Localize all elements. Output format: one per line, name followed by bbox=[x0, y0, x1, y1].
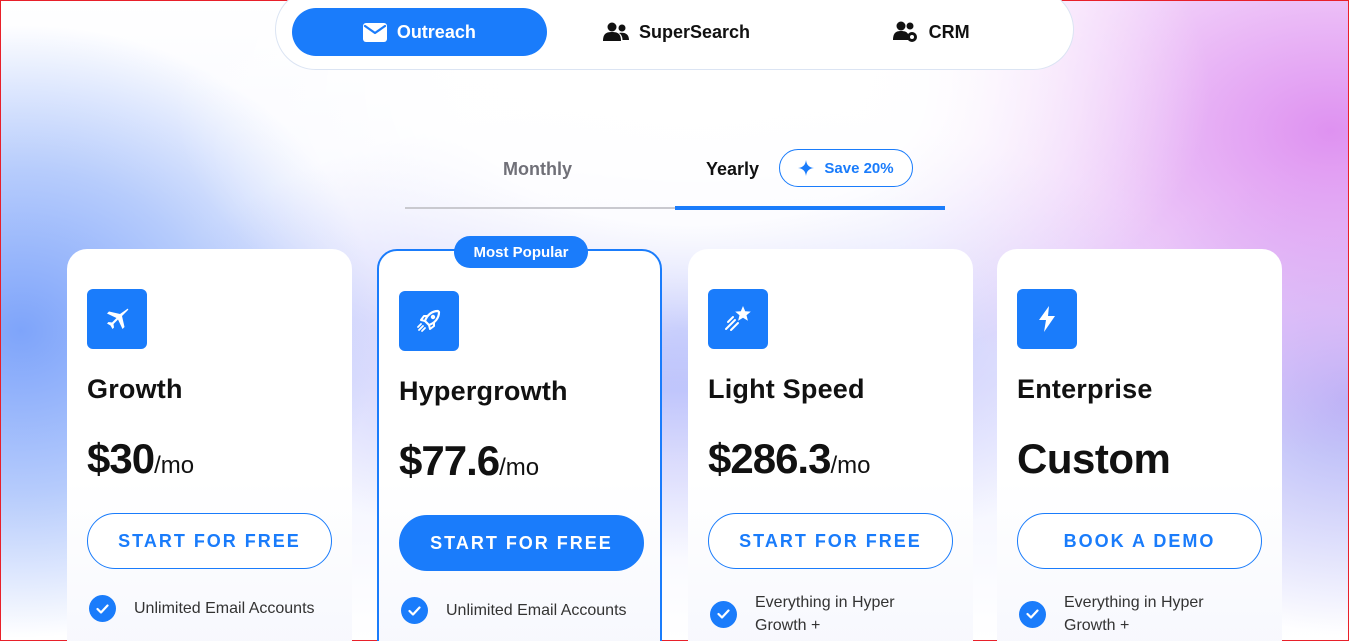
check-icon bbox=[710, 600, 737, 628]
billing-monthly[interactable]: Monthly bbox=[503, 159, 572, 180]
plane-icon bbox=[107, 308, 129, 329]
plan-price-amount: $77.6 bbox=[399, 437, 500, 484]
tab-outreach-label: Outreach bbox=[396, 21, 476, 42]
plan-feature: Unlimited Email Accounts bbox=[89, 595, 315, 622]
lightning-icon bbox=[1039, 306, 1055, 332]
shooting-star-icon bbox=[725, 306, 751, 331]
plan-price-amount: $286.3 bbox=[708, 435, 831, 482]
toggle-active-indicator bbox=[675, 206, 945, 210]
product-tabs: Outreach SuperSearch CRM bbox=[275, 0, 1074, 70]
plan-feature: Unlimited Email Accounts bbox=[401, 597, 627, 624]
tab-crm-label: CRM bbox=[928, 21, 970, 42]
plan-name: Enterprise bbox=[1017, 374, 1153, 404]
plan-name: Hypergrowth bbox=[399, 376, 568, 406]
plan-feature-text: Unlimited Email Accounts bbox=[134, 600, 315, 617]
tab-supersearch[interactable]: SuperSearch bbox=[547, 8, 807, 56]
check-icon bbox=[1019, 600, 1046, 628]
most-popular-badge: Most Popular bbox=[454, 236, 588, 268]
start-for-free-button[interactable]: START FOR FREE bbox=[399, 515, 644, 571]
plan-feature-text: Unlimited Email Accounts bbox=[446, 602, 627, 619]
plan-feature: Everything in Hyper Growth + bbox=[710, 591, 895, 637]
save-badge: Save 20% bbox=[779, 149, 913, 187]
plan-icon-box bbox=[399, 291, 459, 351]
start-for-free-button[interactable]: START FOR FREE bbox=[708, 513, 953, 569]
billing-toggle: Monthly Yearly Save 20% bbox=[405, 149, 945, 210]
plan-price: $286.3/mo bbox=[708, 435, 870, 483]
check-icon bbox=[401, 597, 428, 624]
plan-feature-text: Everything in Hyper Growth + bbox=[1064, 594, 1204, 634]
save-badge-label: Save 20% bbox=[824, 159, 894, 177]
plan-name: Light Speed bbox=[708, 374, 865, 404]
plan-feature: Everything in Hyper Growth + bbox=[1019, 591, 1204, 637]
plan-feature-text: Everything in Hyper Growth + bbox=[755, 594, 895, 634]
plan-price: Custom bbox=[1017, 435, 1171, 483]
start-for-free-button[interactable]: START FOR FREE bbox=[87, 513, 332, 569]
tab-supersearch-label: SuperSearch bbox=[638, 21, 751, 42]
plan-icon-box bbox=[87, 289, 147, 349]
envelope-icon bbox=[362, 22, 387, 42]
plan-price-amount: $30 bbox=[87, 435, 155, 482]
plan-price-period: /mo bbox=[499, 454, 540, 481]
tab-outreach[interactable]: Outreach bbox=[292, 8, 547, 56]
tab-crm[interactable]: CRM bbox=[806, 8, 1056, 56]
plan-price-custom: Custom bbox=[1017, 435, 1171, 482]
rocket-icon bbox=[417, 309, 441, 332]
sparkle-icon bbox=[798, 160, 815, 176]
plan-price-period: /mo bbox=[154, 452, 195, 479]
plan-card-hypergrowth: Most Popular Hypergrowth $77.6/mo START … bbox=[377, 236, 662, 641]
plan-price: $30/mo bbox=[87, 435, 194, 483]
plan-name: Growth bbox=[87, 374, 183, 404]
users-icon bbox=[602, 22, 629, 41]
book-a-demo-button[interactable]: BOOK A DEMO bbox=[1017, 513, 1262, 569]
plan-price-period: /mo bbox=[830, 452, 871, 479]
plan-icon-box bbox=[708, 289, 768, 349]
plan-icon-box bbox=[1017, 289, 1077, 349]
users-gear-icon bbox=[892, 21, 917, 42]
billing-yearly[interactable]: Yearly bbox=[706, 159, 759, 180]
check-icon bbox=[89, 595, 116, 622]
plan-price: $77.6/mo bbox=[399, 437, 539, 485]
plan-card-growth: Growth $30/mo START FOR FREE Unlimited E… bbox=[67, 249, 352, 641]
plan-card-light-speed: Light Speed $286.3/mo START FOR FREE Eve… bbox=[688, 249, 973, 641]
plan-card-enterprise: Enterprise Custom BOOK A DEMO Everything… bbox=[997, 249, 1282, 641]
